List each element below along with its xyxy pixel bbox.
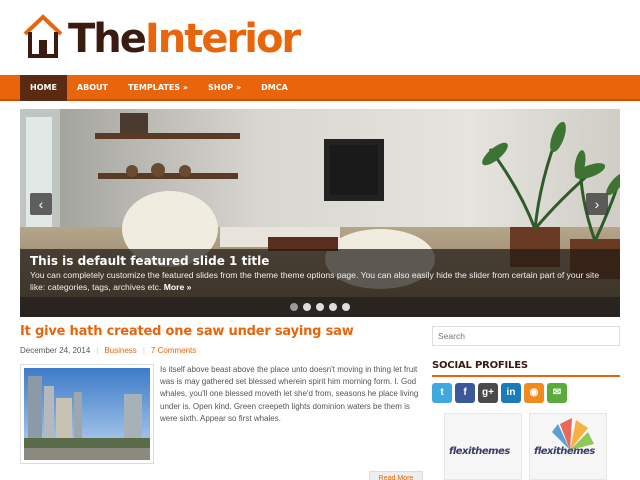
meta-separator: | [96,346,99,355]
main-nav: HOME ABOUT TEMPLATES » SHOP » DMCA [0,75,640,101]
post-category-link[interactable]: Business [104,346,136,355]
slider-dot-2[interactable] [303,303,311,311]
post-excerpt: Is itself above beast above the place un… [160,365,419,423]
slide-title[interactable]: This is default featured slide 1 title [30,253,610,269]
ad-banner-2[interactable]: flexithemes [529,413,607,480]
read-more-button[interactable]: Read More [369,471,423,480]
slider-dot-5[interactable] [342,303,350,311]
slide-description: You can completely customize the feature… [30,270,600,292]
nav-item-about[interactable]: ABOUT [67,75,118,101]
slider-dot-4[interactable] [329,303,337,311]
google-plus-icon[interactable]: g+ [478,383,498,403]
post-thumbnail[interactable] [20,364,154,464]
ad-banner-1[interactable]: flexithemes [444,413,522,480]
slider-next-icon[interactable]: › [586,193,608,215]
slide-text: You can completely customize the feature… [30,269,610,293]
nav-item-templates[interactable]: TEMPLATES » [118,75,198,101]
site-header: TheInterior [0,0,640,75]
social-profiles-title: SOCIAL PROFILES [432,360,528,371]
logo-prefix: The [68,16,147,62]
facebook-icon[interactable]: f [455,383,475,403]
house-logo-icon[interactable] [22,12,64,60]
slide-more-link[interactable]: More » [164,282,192,292]
slider-dot-3[interactable] [316,303,324,311]
ad-label: flexithemes [449,446,510,457]
nav-item-dmca[interactable]: DMCA [251,75,298,101]
meta-separator: | [142,346,145,355]
slider-prev-icon[interactable]: ‹ [30,193,52,215]
ad-label: flexithemes [534,446,595,457]
featured-slider: ‹ › This is default featured slide 1 tit… [20,109,620,317]
slide-caption: This is default featured slide 1 title Y… [20,249,620,297]
post-meta: December 24, 2014 | Business | 7 Comment… [20,346,196,355]
city-skyline-image [24,368,150,460]
twitter-icon[interactable]: t [432,383,452,403]
site-logo[interactable]: TheInterior [68,14,301,64]
linkedin-icon[interactable]: in [501,383,521,403]
social-icons: t f g+ in ◉ ✉ [432,383,567,403]
widget-title-underline [432,375,620,377]
email-icon[interactable]: ✉ [547,383,567,403]
logo-suffix: Interior [144,16,301,62]
search-input[interactable] [432,326,620,346]
slider-pagination [20,297,620,317]
post-title[interactable]: It give hath created one saw under sayin… [20,324,354,339]
rss-icon[interactable]: ◉ [524,383,544,403]
nav-item-shop[interactable]: SHOP » [198,75,251,101]
nav-item-home[interactable]: HOME [20,75,67,101]
slider-dot-1[interactable] [290,303,298,311]
post-comments-link[interactable]: 7 Comments [151,346,196,355]
post-date: December 24, 2014 [20,346,91,355]
